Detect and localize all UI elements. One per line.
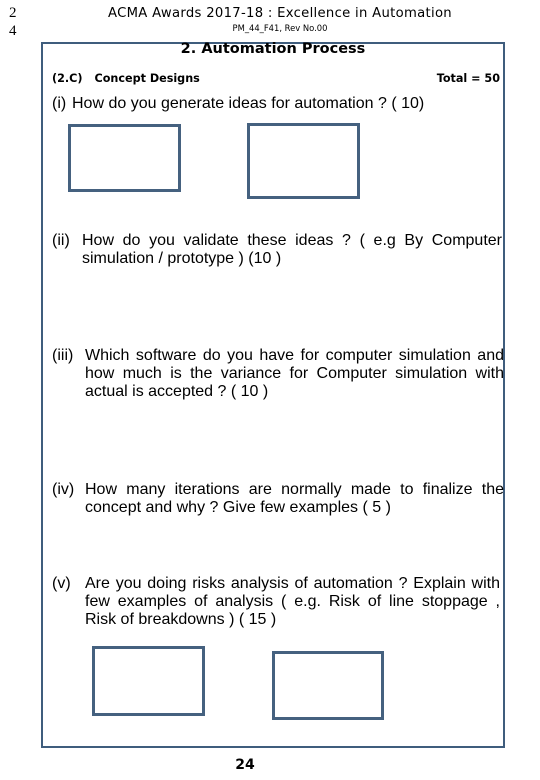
question-v-text: Are you doing risks analysis of automati… <box>85 575 500 628</box>
subsection-code: (2.C) <box>52 72 83 85</box>
question-iv-label: (iv) <box>52 481 75 498</box>
answer-box-4[interactable] <box>272 651 384 720</box>
question-ii: (ii) How do you validate these ideas ? (… <box>52 232 502 268</box>
question-iii-text: Which software do you have for computer … <box>85 347 504 400</box>
question-v-label: (v) <box>52 575 71 592</box>
question-ii-label: (ii) <box>52 232 70 249</box>
question-i-text: How do you generate ideas for automation… <box>72 95 425 112</box>
subsection-name: Concept Designs <box>94 72 200 85</box>
answer-box-2[interactable] <box>247 123 360 199</box>
question-ii-text: How do you validate these ideas ? ( e.g … <box>82 232 502 267</box>
question-iii-label: (iii) <box>52 347 74 364</box>
subsection-total-marks: Total = 50 <box>436 72 500 85</box>
subsection-heading: (2.C) Concept Designs Total = 50 <box>52 72 500 85</box>
frame-content: (2.C) Concept Designs Total = 50 (i) How… <box>43 44 507 750</box>
question-i: (i) How do you generate ideas for automa… <box>52 95 502 113</box>
header-title: ACMA Awards 2017-18 : Excellence in Auto… <box>108 6 452 21</box>
answer-box-1[interactable] <box>68 124 181 192</box>
margin-digit-1: 2 <box>9 5 17 21</box>
question-iii: (iii) Which software do you have for com… <box>52 347 504 401</box>
margin-digit-2: 4 <box>9 23 17 39</box>
section-title: 2. Automation Process <box>180 41 366 57</box>
question-iv: (iv) How many iterations are normally ma… <box>52 481 504 517</box>
answer-box-3[interactable] <box>92 646 205 716</box>
question-i-label: (i) <box>52 95 67 112</box>
header-form-code: PM_44_F41, Rev No.00 <box>232 23 328 33</box>
question-v: (v) Are you doing risks analysis of auto… <box>52 575 500 629</box>
page-number: 24 <box>235 757 255 773</box>
document-header: ACMA Awards 2017-18 : Excellence in Auto… <box>70 6 490 33</box>
question-iv-text: How many iterations are normally made to… <box>85 481 504 516</box>
margin-page-digits: 2 4 <box>9 4 33 40</box>
exam-section-frame: (2.C) Concept Designs Total = 50 (i) How… <box>41 42 505 748</box>
